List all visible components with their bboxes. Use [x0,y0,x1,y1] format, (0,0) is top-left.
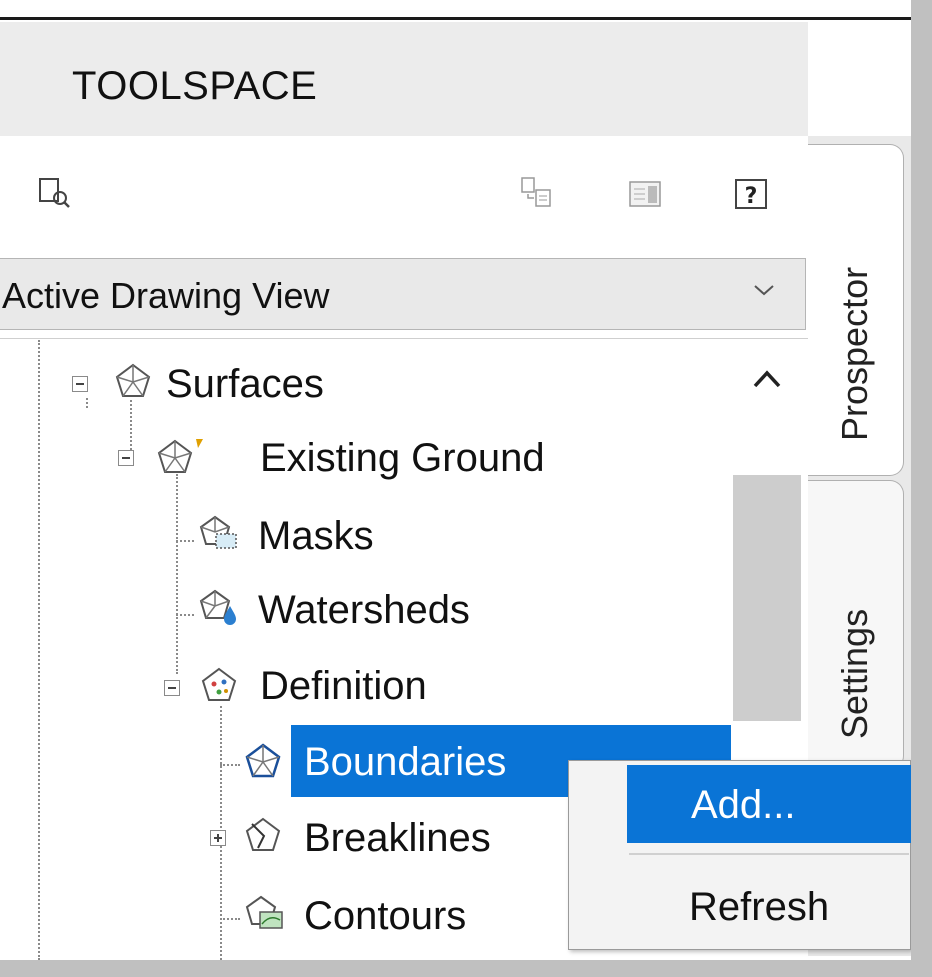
panel-icon[interactable] [628,180,664,215]
contour-icon [244,894,286,937]
view-selector-dropdown[interactable]: Active Drawing View [0,258,806,330]
toolspace-titlebar[interactable]: TOOLSPACE [0,22,808,136]
collapse-icon[interactable] [118,450,134,466]
expand-icon[interactable] [210,830,226,846]
tree-guide-line [86,398,88,408]
menu-item-refresh[interactable]: Refresh [627,871,911,949]
tree-guide-line [176,540,194,542]
collapse-icon[interactable] [72,376,88,392]
surface-icon [156,436,204,481]
definition-icon [200,666,240,709]
surface-icon [114,362,152,405]
tab-label: Settings [834,608,875,739]
scrollbar-thumb[interactable] [733,475,801,721]
tab-label: Prospector [834,266,875,441]
tree-guide-line [176,614,194,616]
watershed-icon [198,588,240,633]
toolspace-toolbar: ? [0,136,808,256]
tab-prospector[interactable]: Prospector [808,144,904,476]
tree-item-label: Definition [260,664,427,708]
menu-item-add[interactable]: Add... [627,765,911,843]
mask-icon [198,514,240,557]
item-view-icon[interactable] [38,176,72,215]
toolspace-window: TOOLSPACE ? Active Drawing View Surfaces… [0,0,911,960]
scroll-up-icon[interactable] [752,368,782,395]
tree-item-label: Watersheds [258,588,470,632]
tree-guide-line [130,400,132,450]
tree-item-label: Existing Ground [260,436,545,480]
breakline-icon [244,816,284,859]
toolspace-title: TOOLSPACE [72,64,318,108]
menu-item-label: Add... [691,783,796,827]
tree-item-label: Contours [304,894,467,938]
view-selector-value: Active Drawing View [2,275,330,316]
tab-settings[interactable]: Settings [808,480,904,770]
tree-guide-line [220,764,240,766]
help-glyph: ? [745,184,758,209]
tree-item-label: Boundaries [304,740,507,784]
chevron-down-icon [753,283,775,302]
tree-guide-line [176,474,178,674]
context-menu: Add... Refresh [568,760,911,950]
tree-item-label: Breaklines [304,816,491,860]
collapse-icon[interactable] [164,680,180,696]
help-icon[interactable]: ? [734,178,770,217]
tree-item-label: Masks [258,514,374,558]
copy-icon[interactable] [520,176,556,217]
window-top-border [0,17,911,20]
tree-item-label: Surfaces [166,362,324,406]
tree-guide-line [38,340,40,960]
boundary-icon [244,742,284,785]
tree-guide-line [220,918,240,920]
menu-item-label: Refresh [689,885,830,929]
menu-separator [629,853,909,855]
